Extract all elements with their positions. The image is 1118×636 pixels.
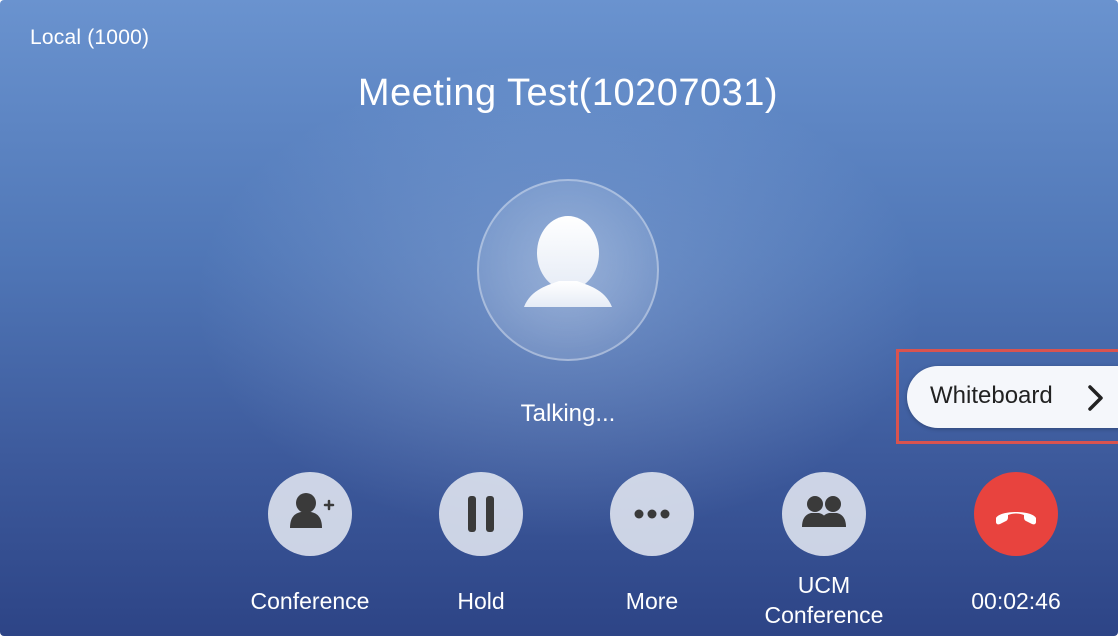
more-button[interactable] — [610, 472, 694, 556]
conference-action[interactable]: Conference — [230, 472, 390, 616]
pause-icon — [468, 496, 494, 532]
hang-up-button[interactable] — [974, 472, 1058, 556]
hang-up-icon — [996, 512, 1036, 525]
ucm-conference-label: UCM Conference — [744, 570, 904, 630]
group-icon — [802, 496, 846, 527]
ucm-conference-button[interactable] — [782, 472, 866, 556]
call-screen: Local (1000) Meeting Test(10207031) Talk… — [0, 0, 1118, 636]
more-label: More — [625, 588, 679, 614]
ucm-conference-label-line2: Conference — [764, 602, 884, 628]
ucm-conference-label-line1: UCM — [797, 572, 851, 598]
conference-button[interactable] — [268, 472, 352, 556]
person-silhouette-icon — [524, 216, 612, 307]
hold-action[interactable]: Hold — [401, 472, 561, 616]
hold-button[interactable] — [439, 472, 523, 556]
whiteboard-highlight-box — [896, 349, 1118, 444]
meeting-title: Meeting Test(10207031) — [357, 72, 779, 114]
contact-avatar — [477, 179, 659, 361]
call-duration: 00:02:46 — [971, 588, 1061, 614]
hang-up-action[interactable]: 00:02:46 — [936, 472, 1096, 616]
more-action[interactable]: More — [572, 472, 732, 616]
add-person-icon — [290, 493, 335, 528]
ucm-conference-action[interactable]: UCM Conference — [744, 472, 904, 630]
more-dots-icon — [634, 509, 670, 519]
local-account-label: Local (1000) — [30, 26, 150, 49]
hold-label: Hold — [457, 588, 505, 614]
conference-label: Conference — [250, 588, 370, 614]
